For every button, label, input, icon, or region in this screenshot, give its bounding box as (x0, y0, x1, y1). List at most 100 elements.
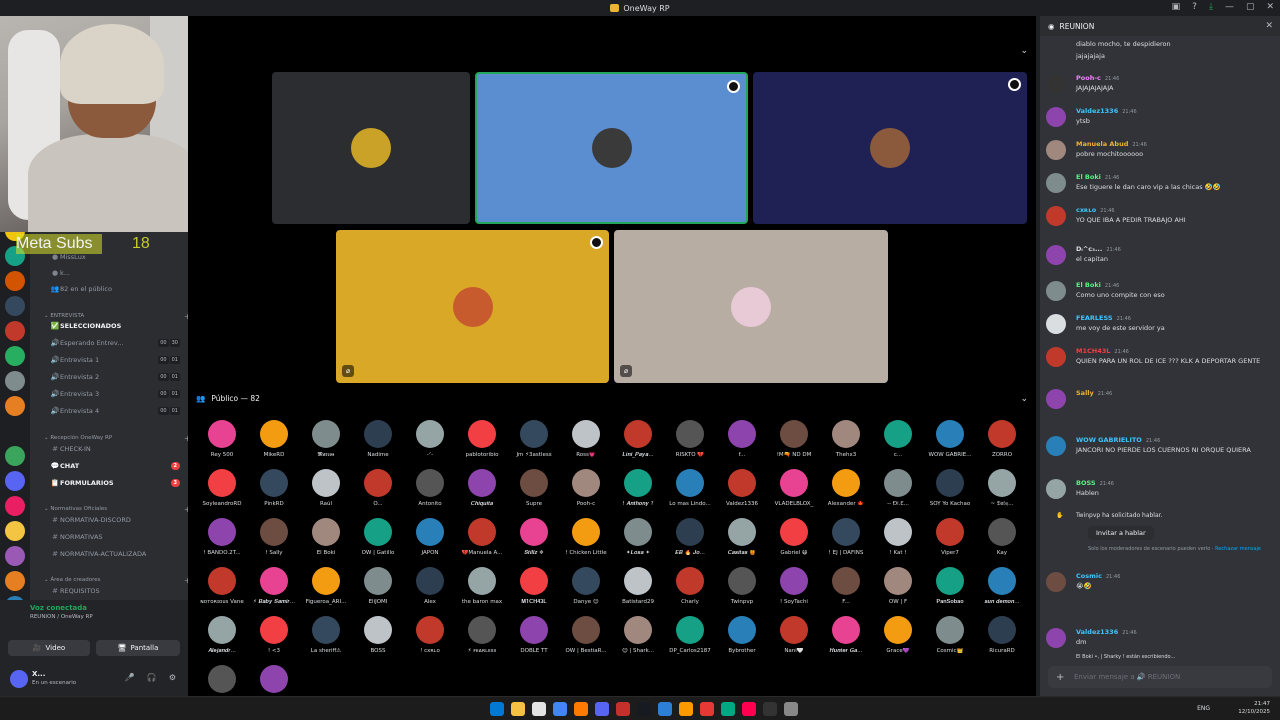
server-icon[interactable] (5, 271, 25, 291)
audience-member[interactable]: WOW GABRIE... (924, 420, 976, 468)
audience-member[interactable]: ! 𝑨𝒏𝒕𝒉𝒐𝒏𝒚 ? (612, 469, 664, 517)
audience-member[interactable]: JAPON (404, 518, 456, 566)
avatar[interactable] (1046, 436, 1066, 456)
channel-item[interactable]: # NORMATIVAS (30, 530, 188, 544)
audience-member[interactable]: RISKTO 💔 (664, 420, 716, 468)
audience-member[interactable]: PinkRD (248, 469, 300, 517)
audience-member[interactable]: Viper7 (924, 518, 976, 566)
audience-member[interactable]: DOBLE TT (508, 616, 560, 664)
avatar[interactable] (1046, 245, 1066, 265)
audience-member[interactable]: 💔Manuela A... (456, 518, 508, 566)
audience-member[interactable]: ⚡ 𝑩𝒂𝒃𝒚 𝑺𝒂𝒎𝒊𝒓... (248, 567, 300, 615)
server-icon[interactable] (5, 421, 25, 441)
message-author[interactable]: Sally 21:46 (1076, 389, 1112, 397)
audience-member[interactable]: Valdez1336 (716, 469, 768, 517)
message-author[interactable]: Valdez1336 21:46 (1076, 628, 1137, 636)
server-icon[interactable] (5, 446, 25, 466)
audience-member[interactable]: 😊 | Shark... (612, 616, 664, 664)
server-icon[interactable] (5, 471, 25, 491)
channel-item[interactable]: # NORMATIVA-DISCORD (30, 513, 188, 527)
channel-item[interactable]: 🔊 Esperando Entrev... 00 30 (30, 336, 188, 350)
audience-member[interactable]: ✦𝑳𝒐𝒔𝒂 ✦ (612, 518, 664, 566)
audience-member[interactable]: Antonito (404, 469, 456, 517)
app-icon[interactable] (721, 702, 735, 716)
audience-member[interactable]: pablotoribio (456, 420, 508, 468)
audience-member[interactable]: SoyleandroRD (196, 469, 248, 517)
audience-member[interactable]: 𝐌𝟏𝐂𝐇𝟒𝟑𝐋 (508, 567, 560, 615)
audience-member[interactable]: ! EJ | DAFINS (820, 518, 872, 566)
app-icon[interactable] (763, 702, 777, 716)
channel-item[interactable]: # CHECK-IN (30, 442, 188, 456)
audience-member[interactable]: -- Ð𝔦.Ɛ... (872, 469, 924, 517)
gear-icon[interactable]: ⚙ (169, 673, 176, 682)
audience-member[interactable]: Alexander 🍁 (820, 469, 872, 517)
avatar[interactable] (1046, 173, 1066, 193)
speaker-tile[interactable]: ⌀ (614, 230, 888, 383)
channel-item[interactable]: 📋 FORMULARIOS 3 (30, 476, 188, 490)
audience-member[interactable]: Charly (664, 567, 716, 615)
server-icon[interactable] (5, 396, 25, 416)
server-icon[interactable] (5, 296, 25, 316)
audience-member[interactable]: Supre (508, 469, 560, 517)
app-icon[interactable] (616, 702, 630, 716)
audience-member[interactable]: O... (352, 469, 404, 517)
server-icon[interactable] (5, 321, 25, 341)
language-indicator[interactable]: ENG (1197, 705, 1210, 712)
audience-member[interactable]: ! SoyTachi (768, 567, 820, 615)
audience-member[interactable]: Kay (976, 518, 1028, 566)
audience-member[interactable]: f... (716, 420, 768, 468)
message-author[interactable]: Manuela Abud 21:46 (1076, 140, 1147, 148)
audience-member[interactable]: Raúl (300, 469, 352, 517)
reject-link[interactable]: Rechazar mensaje (1215, 546, 1261, 552)
channel-item[interactable]: ✅ SELECCIONADOS (30, 319, 188, 333)
speaker-tile[interactable] (475, 72, 748, 224)
discord-icon[interactable] (595, 702, 609, 716)
audience-member[interactable]: 𝑳𝒊𝒏𝒊_𝑷𝒂𝒚𝒂... (612, 420, 664, 468)
message-author[interactable]: Dᵢ^c₃... 21:46 (1076, 245, 1121, 253)
chrome-icon[interactable] (553, 702, 567, 716)
avatar[interactable] (1046, 389, 1066, 409)
microphone-icon[interactable]: 🎤 (125, 673, 135, 682)
voice-channel[interactable]: REUNION / OneWay RP (30, 614, 93, 620)
audience-member[interactable]: Cosmic👑 (924, 616, 976, 664)
avatar[interactable] (1046, 628, 1066, 648)
channel-item[interactable]: 💬 CHAT 2 (30, 459, 188, 473)
audience-member[interactable]: 𝑨𝒍𝒆𝒋𝒂𝒏𝒅𝒓... (196, 616, 248, 664)
app-icon[interactable] (658, 702, 672, 716)
avatar[interactable] (1046, 314, 1066, 334)
message-author[interactable]: Pooh-c 21:46 (1076, 74, 1119, 82)
audience-member[interactable]: c... (872, 420, 924, 468)
audience-member[interactable]: ~ 𝔅𝔞𝔟𝔶... (976, 469, 1028, 517)
message-author[interactable]: M1CH43L 21:46 (1076, 347, 1129, 355)
audience-member[interactable]: VLADELBLOX_ (768, 469, 820, 517)
headphones-icon[interactable]: 🎧 (147, 673, 157, 682)
tiktok-icon[interactable] (742, 702, 756, 716)
add-attachment-icon[interactable]: + (1056, 672, 1064, 683)
message-author[interactable]: Valdez1336 21:46 (1076, 107, 1137, 115)
audience-member[interactable]: Rey 500 (196, 420, 248, 468)
message-author[interactable]: El Boki 21:46 (1076, 173, 1119, 181)
audience-member[interactable]: ! Kat ! (872, 518, 924, 566)
avatar[interactable] (1046, 140, 1066, 160)
avatar[interactable] (1046, 281, 1066, 301)
avatar[interactable] (1046, 572, 1066, 592)
app-icon[interactable] (574, 702, 588, 716)
app-icon[interactable] (679, 702, 693, 716)
audience-member[interactable]: Danye 😊 (560, 567, 612, 615)
speaker-tile[interactable]: ⌀ (336, 230, 609, 383)
video-button[interactable]: 🎥 Video (8, 640, 90, 656)
audience-member[interactable]: -ᐟ- (404, 420, 456, 468)
audience-member[interactable]: EliJOMI (352, 567, 404, 615)
message-author[interactable]: ᴄxʀʟᴏ 21:46 (1076, 206, 1115, 214)
audience-member[interactable]: BOSS (352, 616, 404, 664)
audience-member[interactable]: RicuraRD (976, 616, 1028, 664)
screen-share-button[interactable]: 🖥 Pantalla (96, 640, 180, 656)
audience-member[interactable]: Figueroa_ARI... (300, 567, 352, 615)
folder-icon[interactable] (511, 702, 525, 716)
audience-member[interactable]: 𝒔𝒖𝒏 𝒅𝒆𝒎𝒐𝒏... (976, 567, 1028, 615)
message-author[interactable]: El Boki 21:46 (1076, 281, 1119, 289)
avatar[interactable] (1046, 74, 1066, 94)
audience-member[interactable]: 𝐏𝐚𝐧𝐒𝐨𝐛𝐚𝐨 (924, 567, 976, 615)
close-button[interactable]: ✕ (1266, 2, 1274, 12)
message-author[interactable]: BOSS 21:46 (1076, 479, 1114, 487)
